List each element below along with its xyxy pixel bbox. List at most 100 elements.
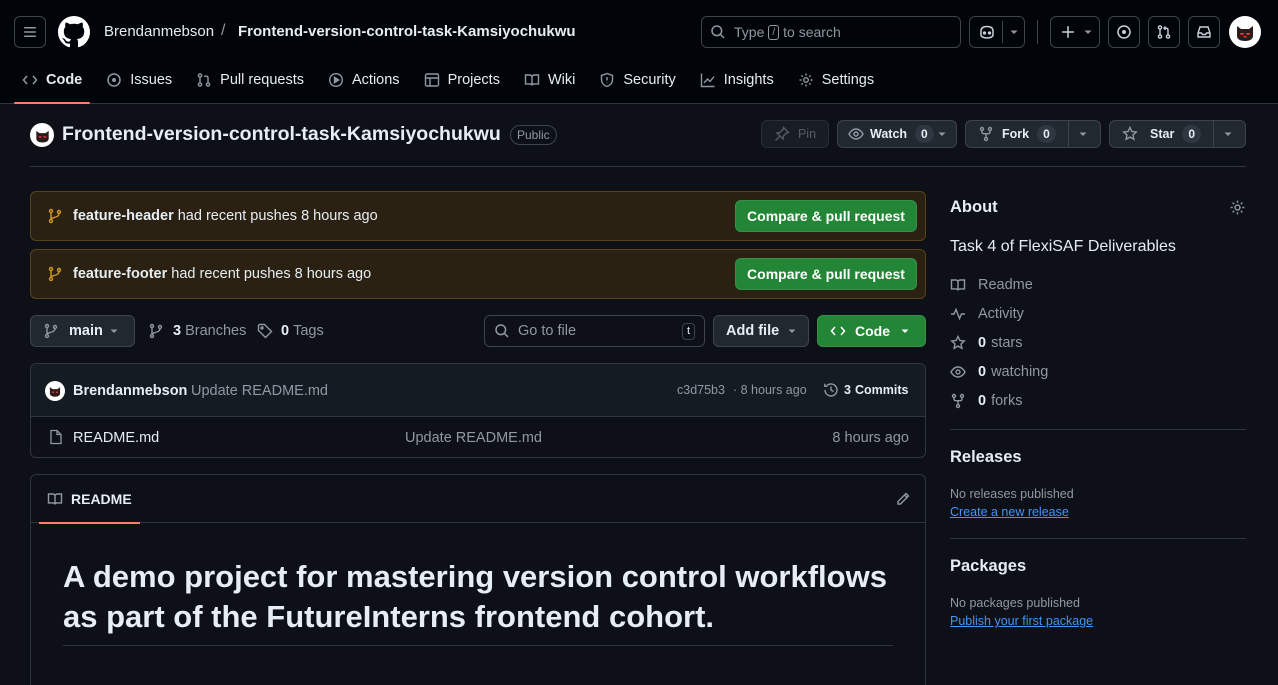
tab-settings-label: Settings bbox=[821, 72, 875, 88]
file-browser: Brendanmebson Update README.md c3d75b3 ·… bbox=[30, 363, 926, 458]
github-logo[interactable] bbox=[58, 16, 90, 48]
releases-empty-text: No releases published bbox=[950, 487, 1074, 501]
sidebar-item-activity[interactable]: Activity bbox=[950, 306, 1024, 322]
tab-pull-requests[interactable]: Pull requests bbox=[188, 58, 312, 102]
code-dropdown-button[interactable]: Code bbox=[817, 315, 926, 347]
create-release-link[interactable]: Create a new release bbox=[950, 505, 1069, 519]
tab-wiki-label: Wiki bbox=[547, 72, 576, 88]
branches-link[interactable]: 3 Branches bbox=[148, 323, 246, 339]
compare-pull-request-button[interactable]: Compare & pull request bbox=[735, 200, 917, 232]
repo-title[interactable]: Frontend-version-control-task-Kamsiyochu… bbox=[62, 123, 501, 146]
tab-issues-label: Issues bbox=[130, 72, 173, 88]
pin-button[interactable]: Pin bbox=[761, 120, 829, 148]
add-file-label: Add file bbox=[726, 323, 780, 339]
sidebar-item-count: 0 bbox=[978, 364, 987, 380]
compare-pull-request-button[interactable]: Compare & pull request bbox=[735, 258, 917, 290]
eye-icon bbox=[848, 128, 864, 140]
sidebar-item-label: watching bbox=[991, 364, 1049, 380]
pulse-icon bbox=[951, 307, 965, 321]
github-mark-icon bbox=[58, 16, 90, 48]
branch-name: main bbox=[69, 323, 103, 339]
tab-projects[interactable]: Projects bbox=[416, 58, 508, 102]
graph-icon bbox=[700, 73, 715, 88]
sidebar-item-stars[interactable]: 0 stars bbox=[950, 335, 1023, 351]
header-divider bbox=[1037, 20, 1038, 44]
tab-settings[interactable]: Settings bbox=[790, 58, 882, 102]
go-to-file-input[interactable]: Go to file t bbox=[484, 315, 705, 347]
branch-icon bbox=[149, 323, 163, 339]
tab-wiki[interactable]: Wiki bbox=[516, 58, 583, 102]
banner-branch-name[interactable]: feature-footer bbox=[73, 266, 167, 282]
branch-selector[interactable]: main bbox=[30, 315, 135, 347]
search-suffix: to search bbox=[783, 24, 841, 40]
go-to-file-placeholder: Go to file bbox=[518, 323, 577, 339]
header-divider bbox=[30, 166, 1246, 167]
file-commit-message[interactable]: Update README.md bbox=[405, 430, 542, 446]
commit-hash[interactable]: c3d75b3 bbox=[677, 383, 725, 397]
star-count: 0 bbox=[1182, 125, 1202, 143]
book-icon bbox=[950, 279, 966, 291]
menu-button[interactable] bbox=[14, 16, 46, 48]
repo-owner-avatar[interactable] bbox=[30, 123, 54, 147]
pin-label: Pin bbox=[797, 127, 817, 141]
readme-tab[interactable]: README bbox=[39, 475, 140, 524]
create-new-button[interactable] bbox=[1050, 16, 1100, 48]
watch-button[interactable]: Watch 0 bbox=[837, 120, 957, 148]
sidebar-item-readme[interactable]: Readme bbox=[950, 277, 1033, 293]
repo-description: Task 4 of FlexiSAF Deliverables bbox=[950, 238, 1176, 255]
breadcrumb-separator: / bbox=[221, 22, 226, 39]
sidebar-item-watching[interactable]: 0 watching bbox=[950, 364, 1048, 380]
pin-icon bbox=[774, 126, 790, 141]
breadcrumb-owner[interactable]: Brendanmebson bbox=[104, 23, 214, 40]
sidebar-item-label: stars bbox=[991, 335, 1023, 351]
about-settings-button[interactable] bbox=[1229, 199, 1246, 216]
banner-text: had recent pushes 8 hours ago bbox=[177, 208, 378, 224]
chevron-down-icon bbox=[1084, 30, 1092, 34]
chevron-down-icon bbox=[1079, 132, 1087, 136]
tab-issues[interactable]: Issues bbox=[98, 58, 180, 102]
gear-icon bbox=[799, 73, 813, 87]
commit-author-avatar[interactable] bbox=[45, 381, 65, 401]
commits-history-link[interactable]: 3 Commits bbox=[823, 382, 908, 398]
publish-package-link[interactable]: Publish your first package bbox=[950, 614, 1093, 628]
code-icon bbox=[22, 75, 38, 85]
star-button[interactable]: Star 0 bbox=[1109, 120, 1246, 148]
tab-actions[interactable]: Actions bbox=[320, 58, 408, 102]
recent-push-banner: feature-footer had recent pushes 8 hours… bbox=[30, 249, 926, 299]
breadcrumb-repo[interactable]: Frontend-version-control-task-Kamsiyochu… bbox=[238, 23, 576, 40]
banner-branch-name[interactable]: feature-header bbox=[73, 208, 174, 224]
tags-link[interactable]: 0 Tags bbox=[257, 323, 324, 339]
packages-heading[interactable]: Packages bbox=[950, 557, 1026, 576]
search-shortcut-key: / bbox=[768, 24, 780, 40]
search-icon bbox=[711, 25, 725, 39]
search-icon bbox=[495, 324, 509, 338]
sidebar-item-forks[interactable]: 0 forks bbox=[950, 393, 1023, 409]
tab-insights[interactable]: Insights bbox=[692, 58, 782, 102]
pull-requests-button[interactable] bbox=[1148, 16, 1180, 48]
book-icon bbox=[524, 74, 540, 86]
gear-icon bbox=[1230, 200, 1245, 215]
repo-nav: Code Issues Pull requests Actions Projec… bbox=[14, 58, 890, 104]
tab-code[interactable]: Code bbox=[14, 58, 91, 104]
add-file-button[interactable]: Add file bbox=[713, 315, 809, 347]
user-avatar[interactable] bbox=[1229, 16, 1261, 48]
branch-icon bbox=[44, 323, 58, 339]
search-input[interactable]: Type / to search bbox=[701, 16, 961, 48]
branch-icon bbox=[48, 208, 62, 224]
copilot-button[interactable] bbox=[969, 16, 1025, 48]
tab-code-label: Code bbox=[46, 72, 83, 88]
issues-button[interactable] bbox=[1108, 16, 1140, 48]
edit-readme-button[interactable] bbox=[895, 491, 911, 507]
tags-label: Tags bbox=[293, 323, 324, 339]
sidebar-item-label: Activity bbox=[978, 306, 1024, 322]
releases-heading[interactable]: Releases bbox=[950, 448, 1022, 467]
readme-tab-label: README bbox=[71, 491, 132, 507]
file-name[interactable]: README.md bbox=[73, 430, 159, 446]
tab-security[interactable]: Security bbox=[591, 58, 683, 102]
commit-message[interactable]: Update README.md bbox=[191, 383, 328, 399]
commit-author[interactable]: Brendanmebson bbox=[73, 383, 187, 399]
about-heading: About bbox=[950, 198, 998, 216]
chevron-down-icon bbox=[1224, 132, 1232, 136]
fork-button[interactable]: Fork 0 bbox=[965, 120, 1101, 148]
inbox-button[interactable] bbox=[1188, 16, 1220, 48]
